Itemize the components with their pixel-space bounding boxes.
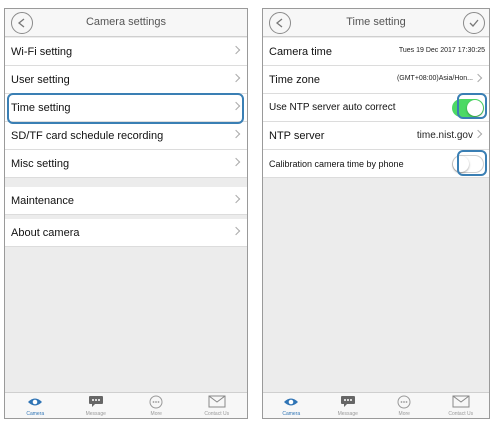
tab-label: Contact Us [448,411,474,417]
tab-contact-us[interactable]: Contact Us [187,393,248,418]
ntp-server-row[interactable]: NTP server time.nist.gov [263,122,489,150]
chevron-right-icon [231,129,241,139]
tab-camera[interactable]: Camera [263,393,320,418]
tab-label: Message [85,411,106,417]
page-title: Time setting [346,16,406,28]
settings-item-maintenance[interactable]: Maintenance [5,187,247,215]
time-settings-list: Camera time Tues 19 Dec 2017 17:30:25 Ti… [263,38,489,178]
ntp-auto-correct-label: Use NTP server auto correct [269,102,396,113]
time-zone-value: (GMT+08:00)Asia/Hon... [396,75,473,82]
camera-time-row: Camera time Tues 19 Dec 2017 17:30:25 [263,38,489,66]
calibration-row: Calibration camera time by phone [263,150,489,178]
chevron-right-icon [231,194,241,204]
settings-item-label: User setting [11,73,70,86]
tab-message[interactable]: Message [320,393,377,418]
settings-item-user[interactable]: User setting [5,66,247,94]
tab-label: More [398,411,410,417]
ntp-auto-correct-row: Use NTP server auto correct [263,94,489,122]
tab-bar: Camera Message More Contact Us [5,392,247,418]
settings-item-misc[interactable]: Misc setting [5,150,247,178]
settings-item-label: SD/TF card schedule recording [11,129,164,142]
settings-item-about[interactable]: About camera [5,219,247,247]
tab-message[interactable]: Message [66,393,127,418]
settings-item-label: Misc setting [11,157,70,170]
about-group: About camera [5,219,247,247]
settings-item-wifi[interactable]: Wi-Fi setting [5,38,247,66]
highlight-ring [457,93,487,119]
nav-bar: Camera settings [5,9,247,37]
tab-label: Contact Us [204,411,230,417]
settings-item-label: Wi-Fi setting [11,45,73,58]
maintenance-group: Maintenance [5,187,247,215]
chevron-right-icon [231,73,241,83]
time-setting-screen: Time setting Camera time Tues 19 Dec 201… [262,8,490,419]
chevron-right-icon [231,45,241,55]
tab-bar: Camera Message More Contact Us [263,392,489,418]
settings-item-label: Maintenance [11,194,74,207]
time-zone-row[interactable]: Time zone (GMT+08:00)Asia/Hon... [263,66,489,94]
checkmark-icon[interactable] [463,12,485,34]
settings-item-label: About camera [11,226,80,239]
chevron-right-icon [231,157,241,167]
chevron-right-icon [473,73,483,83]
highlight-ring [457,150,487,176]
tab-label: Camera [26,411,45,417]
tab-label: More [150,411,162,417]
highlight-ring [7,93,244,124]
camera-settings-screen: Camera settings Wi-Fi setting User setti… [4,8,248,419]
camera-time-value: Tues 19 Dec 2017 17:30:25 [398,47,485,54]
camera-time-label: Camera time [269,45,332,58]
time-zone-label: Time zone [269,73,320,86]
settings-item-sd-recording[interactable]: SD/TF card schedule recording [5,122,247,150]
tab-more[interactable]: More [126,393,187,418]
tab-camera[interactable]: Camera [5,393,66,418]
tab-label: Message [337,411,358,417]
page-title: Camera settings [85,16,167,28]
ntp-server-label: NTP server [269,129,325,142]
tab-contact-us[interactable]: Contact Us [433,393,490,418]
tab-more[interactable]: More [376,393,433,418]
chevron-right-icon [231,226,241,236]
chevron-right-icon [473,129,483,139]
ntp-server-value: time.nist.gov [416,130,473,141]
tab-label: Camera [282,411,301,417]
calibration-label: Calibration camera time by phone [269,158,404,169]
nav-bar: Time setting [263,9,489,37]
